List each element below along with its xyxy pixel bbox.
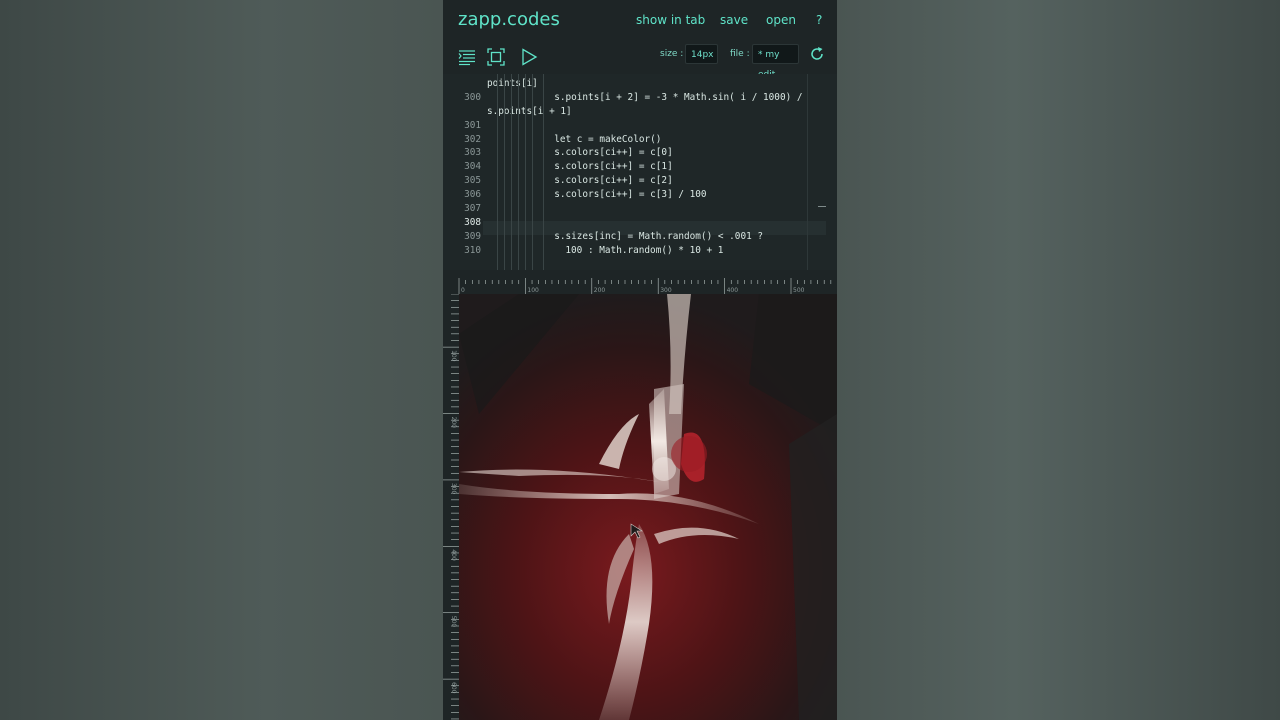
line-number: 303 [464, 147, 481, 159]
code-text: s.points[i + 1] [487, 105, 572, 117]
open-link[interactable]: open [766, 13, 796, 27]
format-code-icon[interactable] [458, 48, 476, 66]
code-line[interactable]: points[i] [443, 77, 837, 91]
code-line[interactable]: 302 let c = makeColor() [443, 133, 837, 147]
indent-guide [504, 74, 505, 270]
line-number: 309 [464, 230, 481, 242]
editor-scrollbar-track[interactable] [807, 74, 808, 270]
editor-scroll-marker [818, 206, 826, 207]
code-line[interactable]: 300 s.points[i + 2] = -3 * Math.sin( i / … [443, 91, 837, 105]
save-link[interactable]: save [720, 13, 748, 27]
code-line[interactable]: 308 [443, 216, 837, 230]
ruler-label: 0 [461, 287, 465, 294]
line-number: 300 [464, 91, 481, 103]
ruler-label: 100 [450, 350, 457, 362]
backdrop-right [837, 0, 1280, 720]
line-number: 307 [464, 203, 481, 214]
code-text: s.colors[ci++] = c[0] [554, 147, 673, 159]
ruler-label: 500 [793, 287, 805, 294]
code-editor[interactable]: 299s.points[i + 1] = 3 * Math.cos( i / 1… [443, 74, 837, 270]
code-line[interactable]: 305 s.colors[ci++] = c[2] [443, 174, 837, 188]
code-text: points[i] [487, 77, 538, 89]
line-number: 310 [464, 244, 481, 256]
ruler-label: 500 [450, 616, 457, 628]
code-text: let c = makeColor() [554, 133, 662, 145]
indent-guide [511, 74, 512, 270]
ruler-left: 100 200 300 400 500 600 [443, 294, 459, 720]
ruler-label: 600 [450, 682, 457, 694]
reload-icon[interactable] [809, 46, 825, 62]
indent-guide [497, 74, 498, 270]
line-number: 304 [464, 161, 481, 173]
help-link[interactable]: ? [816, 13, 822, 27]
zapp-app: zapp.codes show in tab save open ? size … [443, 0, 837, 720]
code-line[interactable]: 301 [443, 119, 837, 133]
line-number: 305 [464, 175, 481, 187]
backdrop-left [0, 0, 443, 720]
line-number: 308 [464, 216, 481, 228]
file-label: file : [730, 49, 750, 59]
code-line[interactable]: 310 100 : Math.random() * 10 + 1 [443, 244, 837, 258]
app-logo[interactable]: zapp.codes [458, 9, 560, 30]
code-line[interactable]: 303 s.colors[ci++] = c[0] [443, 146, 837, 160]
ruler-label: 300 [660, 287, 672, 294]
code-line[interactable]: 304 s.colors[ci++] = c[1] [443, 160, 837, 174]
code-line[interactable]: 309 s.sizes[inc] = Math.random() < .001 ? [443, 230, 837, 244]
indent-guide [543, 74, 544, 270]
show-in-tab-link[interactable]: show in tab [636, 13, 705, 27]
ruler-label: 300 [450, 483, 457, 495]
line-number: 302 [464, 133, 481, 145]
line-number: 301 [464, 119, 481, 131]
play-icon[interactable] [520, 48, 538, 66]
code-text: s.points[i + 2] = -3 * Math.sin( i / 100… [554, 91, 803, 103]
code-line[interactable]: 306 s.colors[ci++] = c[3] / 100 [443, 188, 837, 202]
code-text: s.sizes[inc] = Math.random() < .001 ? [554, 230, 764, 242]
fullscreen-icon[interactable] [487, 48, 505, 66]
top-bar: zapp.codes show in tab save open ? [443, 0, 837, 40]
code-line[interactable]: s.points[i + 1] [443, 105, 837, 119]
code-text: s.colors[ci++] = c[1] [554, 161, 673, 173]
ruler-top: 0 100 200 300 400 500 [458, 276, 837, 294]
line-number: 306 [464, 189, 481, 201]
render-canvas[interactable] [459, 294, 837, 720]
ruler-label: 200 [450, 417, 457, 429]
font-size-field[interactable]: 14px [685, 44, 718, 64]
code-line[interactable]: 307 [443, 202, 837, 216]
ruler-label: 200 [594, 287, 606, 294]
code-text: 100 : Math.random() * 10 + 1 [565, 244, 724, 256]
file-name-field[interactable]: * my edit [752, 44, 799, 80]
indent-guide [518, 74, 519, 270]
ruler-label: 400 [727, 287, 739, 294]
indent-guide [532, 74, 533, 270]
indent-guide [525, 74, 526, 270]
code-text: s.colors[ci++] = c[2] [554, 175, 673, 187]
code-text: s.colors[ci++] = c[3] / 100 [554, 189, 707, 201]
ruler-label: 400 [450, 549, 457, 561]
ruler-label: 100 [527, 287, 539, 294]
size-label: size : [660, 49, 684, 59]
